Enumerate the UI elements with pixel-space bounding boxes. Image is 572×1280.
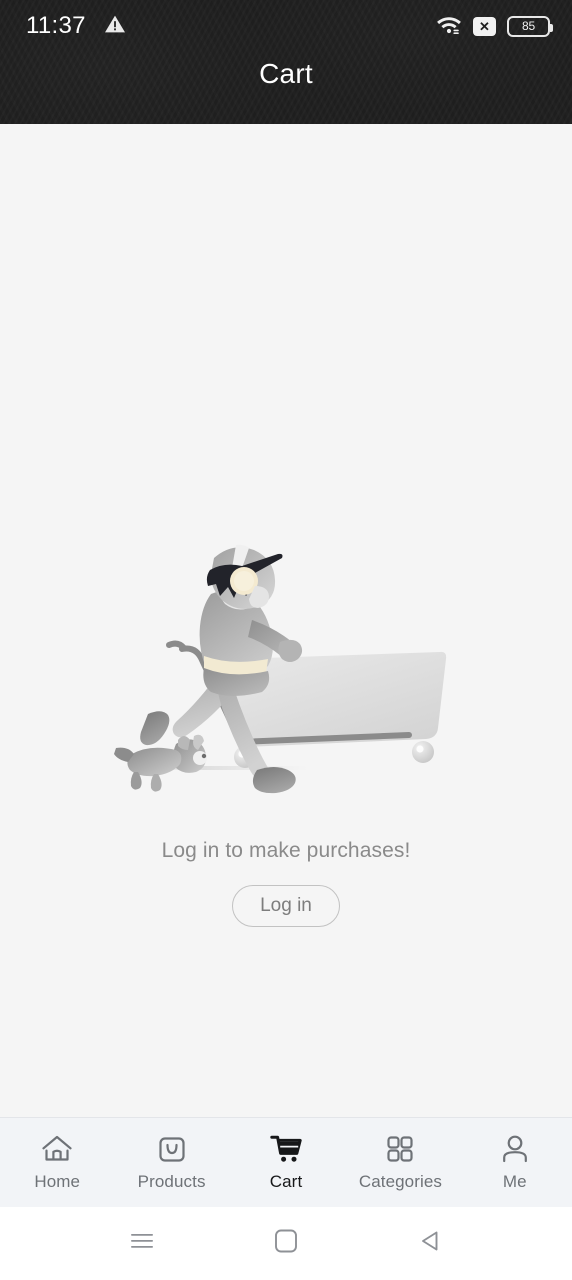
tab-me-label: Me xyxy=(502,1172,527,1191)
tab-home[interactable]: Home xyxy=(0,1118,114,1207)
tab-me[interactable]: Me xyxy=(458,1118,572,1207)
home-button[interactable] xyxy=(258,1216,314,1272)
phone-screen: 11:37 ✕ 85 Cart Log in to make purchases… xyxy=(0,0,572,1280)
login-button[interactable]: Log in xyxy=(232,885,340,927)
status-bar-left: 11:37 xyxy=(26,12,126,40)
grid-icon xyxy=(385,1133,415,1165)
page-title: Cart xyxy=(259,58,313,89)
back-button[interactable] xyxy=(402,1216,458,1272)
tab-products-label: Products xyxy=(137,1172,206,1191)
tab-products[interactable]: Products xyxy=(114,1118,228,1207)
status-and-title-bar: 11:37 ✕ 85 Cart xyxy=(0,0,572,124)
empty-state-message: Log in to make purchases! xyxy=(161,839,411,862)
rounded-square-icon xyxy=(274,1228,298,1259)
battery-icon: 85 xyxy=(507,15,553,37)
shopping-bag-icon xyxy=(157,1133,187,1165)
status-bar-right: ✕ 85 xyxy=(436,13,553,39)
triangle-left-icon xyxy=(418,1228,442,1259)
mobile-data-off-icon: ✕ xyxy=(473,16,496,36)
person-icon xyxy=(500,1133,530,1165)
tab-categories[interactable]: Categories xyxy=(343,1118,457,1207)
status-bar: 11:37 ✕ 85 xyxy=(0,0,572,52)
menu-lines-icon xyxy=(129,1230,155,1257)
empty-state-block: Log in to make purchases! Log in xyxy=(0,542,572,927)
tab-categories-label: Categories xyxy=(358,1172,443,1191)
status-clock: 11:37 xyxy=(26,12,86,39)
home-icon xyxy=(41,1133,73,1165)
wifi-icon xyxy=(436,13,462,39)
cart-empty-state: Log in to make purchases! Log in xyxy=(0,124,572,1117)
bottom-tab-bar: Home Products Cart Categories Me xyxy=(0,1117,572,1207)
android-navigation-bar xyxy=(0,1207,572,1280)
tab-cart-label: Cart xyxy=(269,1172,303,1191)
tab-home-label: Home xyxy=(34,1172,81,1191)
empty-cart-shopper-illustration xyxy=(114,544,447,794)
tab-cart[interactable]: Cart xyxy=(229,1118,343,1207)
shopping-cart-icon xyxy=(270,1133,302,1165)
recents-button[interactable] xyxy=(114,1216,170,1272)
battery-level-label: 85 xyxy=(522,19,535,33)
warning-triangle-icon xyxy=(104,14,126,39)
